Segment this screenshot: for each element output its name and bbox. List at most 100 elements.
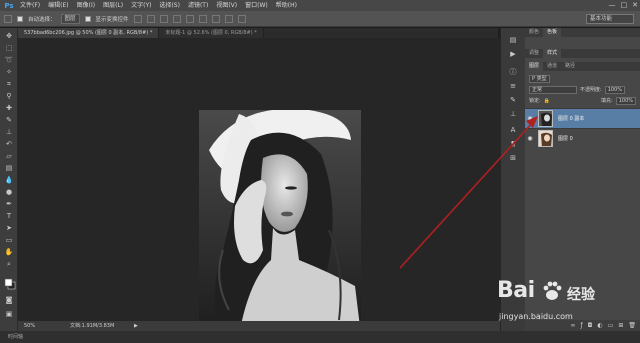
align-center-icon[interactable] xyxy=(185,14,194,23)
tab-paths[interactable]: 路径 xyxy=(561,62,579,71)
zoom-tool-icon[interactable]: ⌕ xyxy=(4,260,14,269)
crop-tool-icon[interactable]: ⌗ xyxy=(4,80,14,89)
trash-icon[interactable]: 🗑 xyxy=(628,322,636,329)
layer-row[interactable]: ◉ 图层 0 副本 xyxy=(525,108,640,128)
tab-document-1[interactable]: 537bbad6bc206.jpg @ 50% (图层 0 副本, RGB/8#… xyxy=(18,28,160,38)
menu-help[interactable]: 帮助(H) xyxy=(272,0,301,11)
clone-source-icon[interactable]: ⊥ xyxy=(508,110,518,119)
document-photo[interactable] xyxy=(199,110,361,335)
menu-filter[interactable]: 滤镜(T) xyxy=(184,0,212,11)
align-right-icon[interactable] xyxy=(198,14,207,23)
path-select-icon[interactable]: ➤ xyxy=(4,224,14,233)
marquee-tool-icon[interactable]: ⬚ xyxy=(4,44,14,53)
menu-layer[interactable]: 图层(L) xyxy=(99,0,127,11)
clone-stamp-icon[interactable]: ⊥ xyxy=(4,128,14,137)
eraser-icon[interactable]: ▱ xyxy=(4,152,14,161)
move-tool-icon[interactable] xyxy=(4,14,12,23)
photoshop-logo: Ps xyxy=(4,1,14,10)
opacity-input[interactable]: 100% xyxy=(604,85,625,94)
pen-tool-icon[interactable]: ✒ xyxy=(4,200,14,209)
tab-styles[interactable]: 样式 xyxy=(543,49,562,58)
paragraph-panel-icon[interactable]: ¶ xyxy=(508,140,518,149)
lasso-tool-icon[interactable]: ➰ xyxy=(4,56,14,65)
type-tool-icon[interactable]: T xyxy=(4,212,14,221)
distribute-icon[interactable] xyxy=(211,14,220,23)
align-top-icon[interactable] xyxy=(133,14,142,23)
shape-tool-icon[interactable]: ▭ xyxy=(4,236,14,245)
align-bottom-icon[interactable] xyxy=(159,14,168,23)
align-middle-icon[interactable] xyxy=(146,14,155,23)
baidu-logo: Bai xyxy=(497,278,535,303)
tab-swatches[interactable]: 色板 xyxy=(543,28,562,37)
auto-select-checkbox[interactable] xyxy=(17,15,23,22)
brush-tool-icon[interactable]: ✎ xyxy=(4,116,14,125)
layer-name[interactable]: 图层 0 xyxy=(558,135,573,142)
quick-mask-icon[interactable]: ◙ xyxy=(4,296,14,305)
hand-tool-icon[interactable]: ✋ xyxy=(4,248,14,257)
document-size: 文档:1.91M/3.83M xyxy=(70,323,115,329)
eyedropper-icon[interactable]: ⚲ xyxy=(4,92,14,101)
menu-view[interactable]: 视图(V) xyxy=(212,0,241,11)
layer-name[interactable]: 图层 0 副本 xyxy=(558,115,584,122)
foreground-color-icon[interactable] xyxy=(4,278,16,290)
window-controls: — □ ✕ xyxy=(609,1,639,9)
fill-label: 填充: xyxy=(601,98,613,104)
auto-select-dropdown[interactable]: 图层 xyxy=(60,13,80,24)
timeline-bar: 时间轴 xyxy=(0,331,640,343)
tab-adjustments[interactable]: 调整 xyxy=(525,49,543,58)
menu-type[interactable]: 文字(Y) xyxy=(127,0,155,11)
adjust-panel-tabs: 调整 样式 xyxy=(525,49,640,58)
dodge-tool-icon[interactable]: ● xyxy=(4,188,14,197)
minimize-icon[interactable]: — xyxy=(609,1,616,9)
layer-thumbnail xyxy=(538,110,553,127)
move-tool-icon[interactable]: ✥ xyxy=(4,32,14,41)
visibility-eye-icon[interactable]: ◉ xyxy=(525,115,535,122)
info-panel-icon[interactable]: ⓘ xyxy=(508,68,518,77)
distribute-h-icon[interactable] xyxy=(224,14,233,23)
tab-channels[interactable]: 通道 xyxy=(543,62,561,71)
lock-icon[interactable]: 🔒 xyxy=(544,98,550,104)
menu-file[interactable]: 文件(F) xyxy=(16,0,44,11)
layer-row[interactable]: ◉ 图层 0 xyxy=(525,128,640,148)
menu-image[interactable]: 图像(I) xyxy=(73,0,99,11)
zoom-level[interactable]: 50% xyxy=(24,321,35,331)
history-panel-icon[interactable]: ▤ xyxy=(508,36,518,45)
magic-wand-icon[interactable]: ✧ xyxy=(4,68,14,77)
menu-window[interactable]: 窗口(W) xyxy=(241,0,272,11)
close-icon[interactable]: ✕ xyxy=(632,1,638,9)
status-menu-arrow[interactable]: ▶ xyxy=(134,321,138,331)
layer-kind-filter[interactable]: P 类型 xyxy=(529,74,550,83)
visibility-eye-icon[interactable]: ◉ xyxy=(525,135,535,142)
maximize-icon[interactable]: □ xyxy=(621,1,628,9)
align-left-icon[interactable] xyxy=(172,14,181,23)
menu-select[interactable]: 选择(S) xyxy=(155,0,184,11)
lock-label: 锁定: xyxy=(529,98,541,104)
fill-input[interactable]: 100% xyxy=(615,96,636,105)
tab-document-2[interactable]: 未标题-1 @ 52.6% (图层 0, RGB/8#) * xyxy=(159,28,264,38)
workspace-dropdown[interactable]: 基本功能 xyxy=(586,14,634,24)
properties-panel-icon[interactable]: ≡ xyxy=(508,82,518,91)
character-panel-icon[interactable]: A xyxy=(508,126,518,135)
screen-mode-icon[interactable]: ▣ xyxy=(4,310,14,319)
actions-panel-icon[interactable]: ▶ xyxy=(508,50,518,59)
gradient-icon[interactable]: ▤ xyxy=(4,164,14,173)
auto-select-label: 自动选择： xyxy=(28,16,56,23)
baidu-watermark: Bai 经验 jingyan.baidu.com xyxy=(497,278,627,330)
tools-panel: ✥ ⬚ ➰ ✧ ⌗ ⚲ ✚ ✎ ⊥ ↶ ▱ ▤ 💧 ● ✒ T ➤ ▭ ✋ ⌕ … xyxy=(0,28,18,331)
tab-color[interactable]: 颜色 xyxy=(525,28,543,37)
history-brush-icon[interactable]: ↶ xyxy=(4,140,14,149)
blur-tool-icon[interactable]: 💧 xyxy=(4,176,14,185)
timeline-label[interactable]: 时间轴 xyxy=(8,334,23,340)
glyphs-panel-icon[interactable]: ⊞ xyxy=(508,154,518,163)
brush-panel-icon[interactable]: ✎ xyxy=(508,96,518,105)
baidu-url: jingyan.baidu.com xyxy=(499,312,573,321)
blend-mode-select[interactable]: 正常 xyxy=(529,85,577,94)
canvas-area[interactable] xyxy=(18,38,500,335)
show-transform-checkbox[interactable] xyxy=(84,15,91,22)
layer-thumbnail xyxy=(538,130,553,147)
menu-edit[interactable]: 编辑(E) xyxy=(44,0,72,11)
healing-brush-icon[interactable]: ✚ xyxy=(4,104,14,113)
distribute-v-icon[interactable] xyxy=(237,14,246,23)
tab-layers[interactable]: 图层 xyxy=(525,62,544,71)
baidu-jingyan-text: 经验 xyxy=(567,287,595,303)
